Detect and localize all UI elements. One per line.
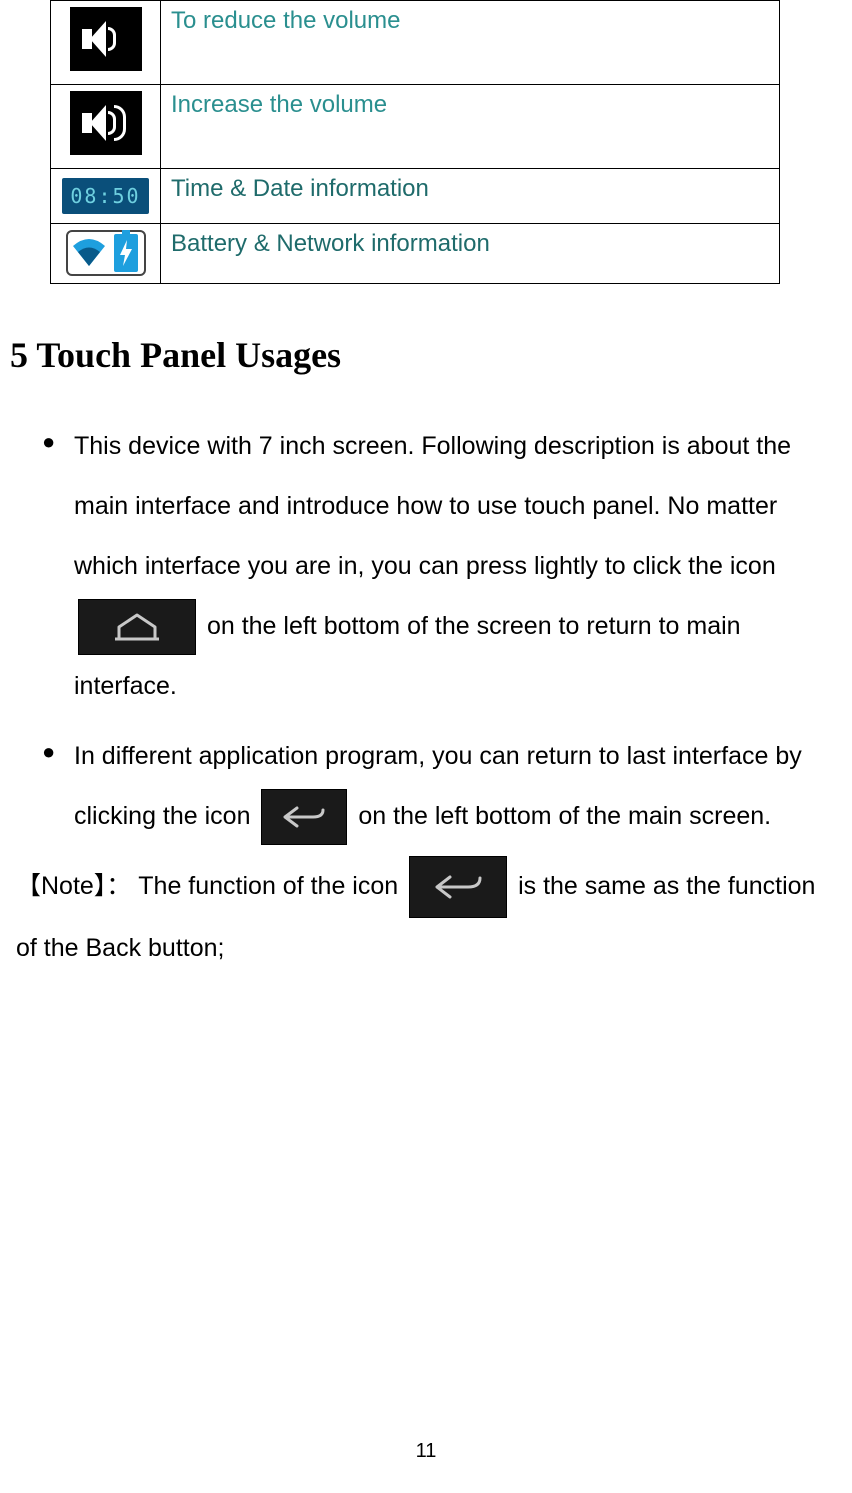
page-number: 11 — [0, 1440, 852, 1463]
icon-description-table: To reduce the volume Increase the volume… — [50, 0, 780, 284]
table-row: To reduce the volume — [51, 1, 780, 85]
note-text: The function of the icon — [138, 872, 405, 900]
back-icon — [409, 856, 507, 918]
table-row: 08:50 Time & Date information — [51, 169, 780, 224]
volume-up-icon — [70, 91, 142, 155]
note-paragraph: 【Note】： The function of the icon is the … — [16, 856, 842, 978]
row-description: Battery & Network information — [171, 230, 490, 257]
back-icon — [261, 789, 347, 845]
section-heading: 5 Touch Panel Usages — [10, 334, 842, 376]
row-description: Increase the volume — [171, 91, 387, 118]
battery-charging-icon — [114, 234, 138, 272]
list-item: This device with 7 inch screen. Followin… — [42, 416, 842, 716]
list-item: In different application program, you ca… — [42, 726, 842, 846]
wifi-battery-icon — [66, 230, 146, 276]
wifi-icon — [70, 236, 108, 270]
home-icon — [78, 599, 196, 655]
table-row: Increase the volume — [51, 85, 780, 169]
row-description: To reduce the volume — [171, 7, 400, 34]
row-description: Time & Date information — [171, 175, 429, 202]
bullet-text: on the left bottom of the main screen. — [358, 802, 771, 830]
clock-icon: 08:50 — [62, 178, 148, 214]
table-row: Battery & Network information — [51, 224, 780, 284]
note-label: 【Note】： — [16, 872, 131, 900]
volume-down-icon — [70, 7, 142, 71]
bullet-text: This device with 7 inch screen. Followin… — [74, 432, 791, 580]
bullet-list: This device with 7 inch screen. Followin… — [10, 416, 842, 846]
